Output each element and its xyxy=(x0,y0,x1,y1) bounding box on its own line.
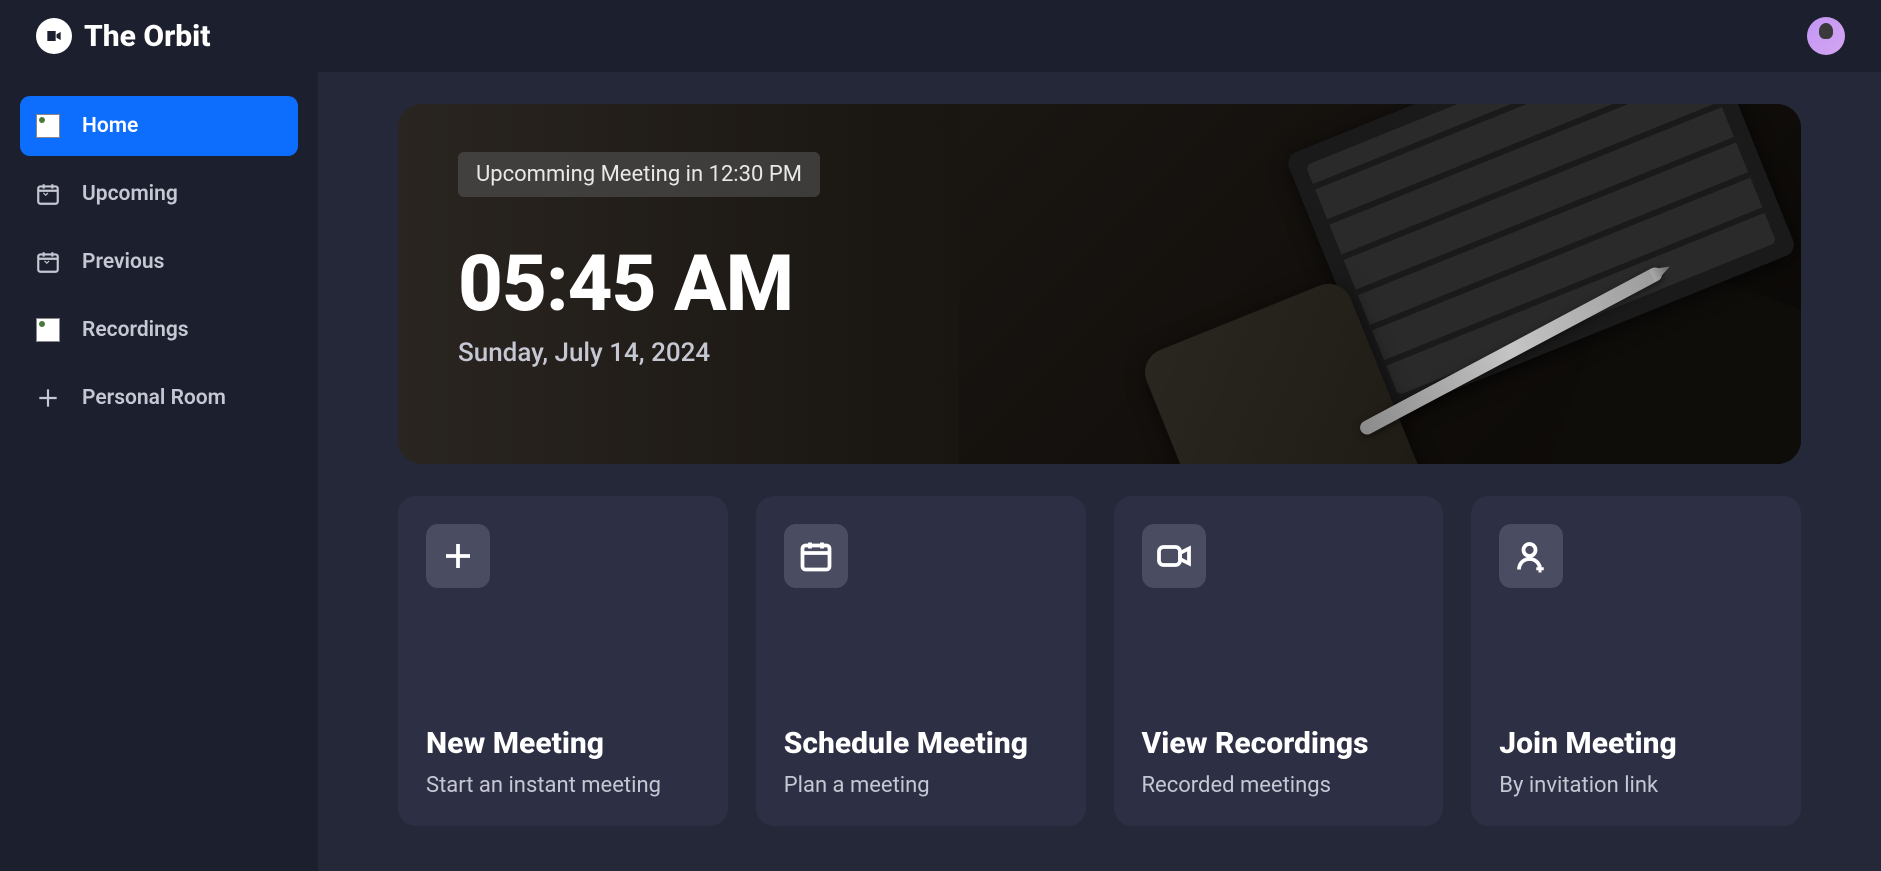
schedule-meeting-card[interactable]: Schedule Meeting Plan a meeting xyxy=(756,496,1086,826)
card-subtitle: Recorded meetings xyxy=(1142,773,1416,798)
sidebar-item-label: Home xyxy=(82,114,138,138)
join-meeting-card[interactable]: Join Meeting By invitation link xyxy=(1471,496,1801,826)
logo-video-icon xyxy=(36,18,72,54)
clock-time: 05:45 AM xyxy=(458,239,1741,330)
sidebar-item-upcoming[interactable]: Upcoming xyxy=(20,164,298,224)
video-icon xyxy=(1142,524,1206,588)
hero-banner: Upcomming Meeting in 12:30 PM 05:45 AM S… xyxy=(398,104,1801,464)
card-title: Join Meeting xyxy=(1499,726,1773,761)
sidebar-item-personal-room[interactable]: Personal Room xyxy=(20,368,298,428)
clock-date: Sunday, July 14, 2024 xyxy=(458,338,1741,368)
avatar[interactable] xyxy=(1807,17,1845,55)
user-plus-icon xyxy=(1499,524,1563,588)
home-icon xyxy=(34,112,62,140)
card-title: Schedule Meeting xyxy=(784,726,1058,761)
sidebar-item-previous[interactable]: Previous xyxy=(20,232,298,292)
card-title: New Meeting xyxy=(426,726,700,761)
plus-icon xyxy=(426,524,490,588)
recordings-icon xyxy=(34,316,62,344)
sidebar: Home Upcoming Previous Recordings xyxy=(0,72,318,871)
upcoming-meeting-badge: Upcomming Meeting in 12:30 PM xyxy=(458,152,820,197)
card-title: View Recordings xyxy=(1142,726,1416,761)
calendar-icon xyxy=(784,524,848,588)
calendar-upcoming-icon xyxy=(34,180,62,208)
sidebar-item-label: Previous xyxy=(82,250,164,274)
brand-name: The Orbit xyxy=(84,19,210,54)
sidebar-item-label: Personal Room xyxy=(82,386,226,410)
logo[interactable]: The Orbit xyxy=(36,18,210,54)
calendar-previous-icon xyxy=(34,248,62,276)
view-recordings-card[interactable]: View Recordings Recorded meetings xyxy=(1114,496,1444,826)
card-subtitle: By invitation link xyxy=(1499,773,1773,798)
sidebar-item-label: Upcoming xyxy=(82,182,178,206)
sidebar-item-label: Recordings xyxy=(82,318,189,342)
card-subtitle: Plan a meeting xyxy=(784,773,1058,798)
topbar: The Orbit xyxy=(0,0,1881,72)
action-cards: New Meeting Start an instant meeting Sch… xyxy=(398,496,1801,826)
sidebar-item-home[interactable]: Home xyxy=(20,96,298,156)
plus-icon xyxy=(34,384,62,412)
sidebar-item-recordings[interactable]: Recordings xyxy=(20,300,298,360)
new-meeting-card[interactable]: New Meeting Start an instant meeting xyxy=(398,496,728,826)
main-content: Upcomming Meeting in 12:30 PM 05:45 AM S… xyxy=(318,72,1881,871)
card-subtitle: Start an instant meeting xyxy=(426,773,700,798)
